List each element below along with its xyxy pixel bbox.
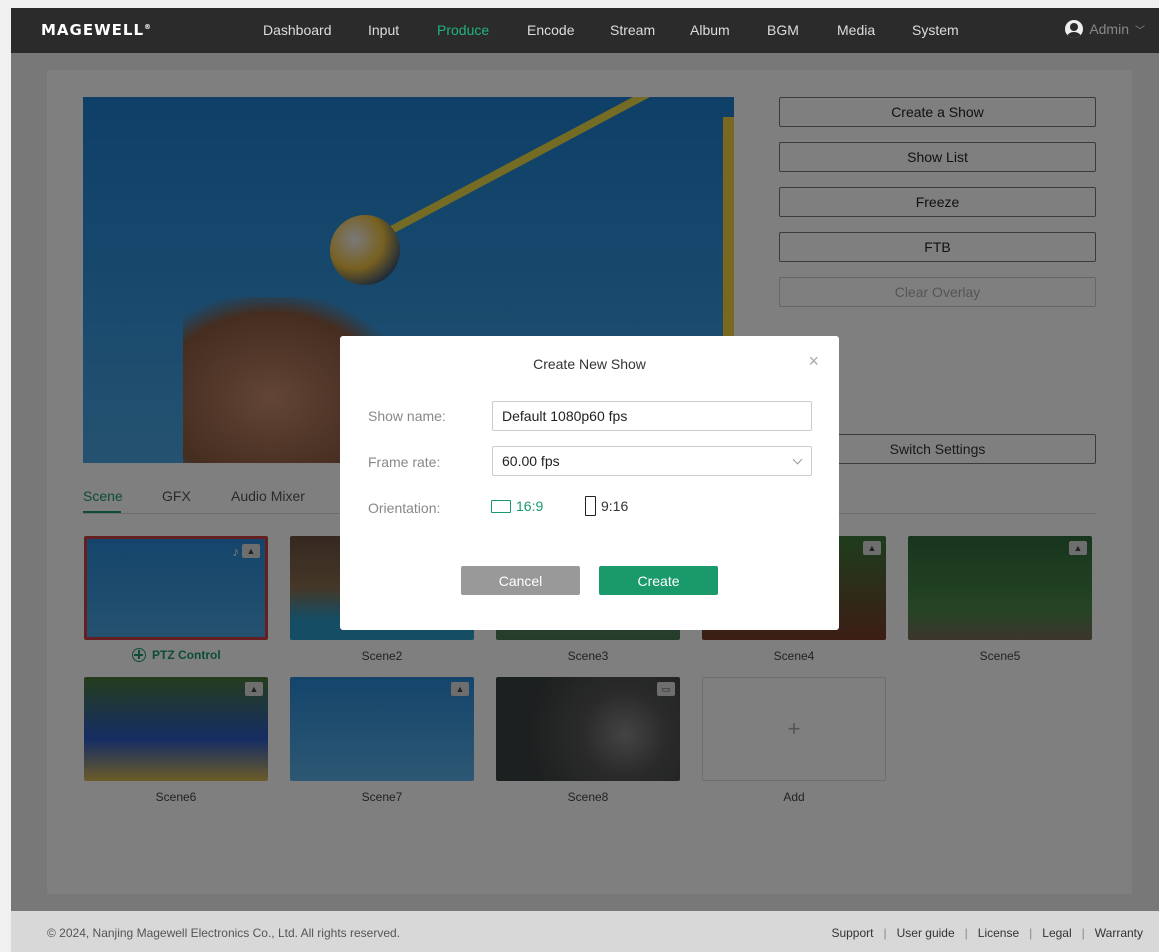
nav-stream[interactable]: Stream <box>610 22 655 38</box>
user-name: Admin <box>1089 21 1129 37</box>
user-menu[interactable]: Admin ﹀ <box>1065 20 1145 38</box>
nav-media[interactable]: Media <box>837 22 875 38</box>
create-button[interactable]: Create <box>599 566 718 595</box>
close-icon[interactable]: × <box>808 351 819 372</box>
user-avatar-icon <box>1065 20 1084 38</box>
footer-separator: | <box>964 926 968 940</box>
nav-produce[interactable]: Produce <box>437 22 489 38</box>
frame-rate-value: 60.00 fps <box>502 453 560 469</box>
footer-separator: | <box>1081 926 1085 940</box>
copyright-text: © 2024, Nanjing Magewell Electronics Co.… <box>47 926 401 940</box>
frame-rate-label: Frame rate: <box>368 454 441 470</box>
orientation-portrait-option[interactable]: 9:16 <box>585 496 628 516</box>
nav-bgm[interactable]: BGM <box>767 22 799 38</box>
portrait-icon <box>585 496 596 516</box>
footer-link-legal[interactable]: Legal <box>1042 926 1071 940</box>
nav-system[interactable]: System <box>912 22 959 38</box>
show-name-input[interactable]: Default 1080p60 fps <box>492 401 812 431</box>
chevron-down-icon: ﹀ <box>1135 25 1145 37</box>
footer-link-license[interactable]: License <box>978 926 1019 940</box>
footer-links: Support | User guide | License | Legal |… <box>831 926 1143 940</box>
footer: © 2024, Nanjing Magewell Electronics Co.… <box>11 911 1159 952</box>
orientation-label: Orientation: <box>368 500 441 516</box>
frame-rate-select[interactable]: 60.00 fps <box>492 446 812 476</box>
nav-input[interactable]: Input <box>368 22 399 38</box>
nav-album[interactable]: Album <box>690 22 730 38</box>
dialog-title: Create New Show <box>533 356 646 372</box>
portrait-label: 9:16 <box>601 498 629 514</box>
landscape-label: 16:9 <box>516 498 544 514</box>
show-name-label: Show name: <box>368 408 446 424</box>
nav-encode[interactable]: Encode <box>527 22 574 38</box>
create-show-dialog: Create New Show × Show name: Default 108… <box>340 336 839 630</box>
nav-dashboard[interactable]: Dashboard <box>263 22 332 38</box>
footer-separator: | <box>883 926 887 940</box>
orientation-landscape-option[interactable]: 16:9 <box>491 498 543 514</box>
chevron-down-icon <box>792 454 803 465</box>
footer-separator: | <box>1029 926 1033 940</box>
main-nav: Dashboard Input Produce Encode Stream Al… <box>11 8 1159 53</box>
top-nav-bar: MAGEWELL® Dashboard Input Produce Encode… <box>11 8 1159 53</box>
footer-link-support[interactable]: Support <box>831 926 873 940</box>
footer-link-user-guide[interactable]: User guide <box>897 926 955 940</box>
landscape-icon <box>491 499 511 513</box>
footer-link-warranty[interactable]: Warranty <box>1095 926 1143 940</box>
cancel-button[interactable]: Cancel <box>461 566 580 595</box>
